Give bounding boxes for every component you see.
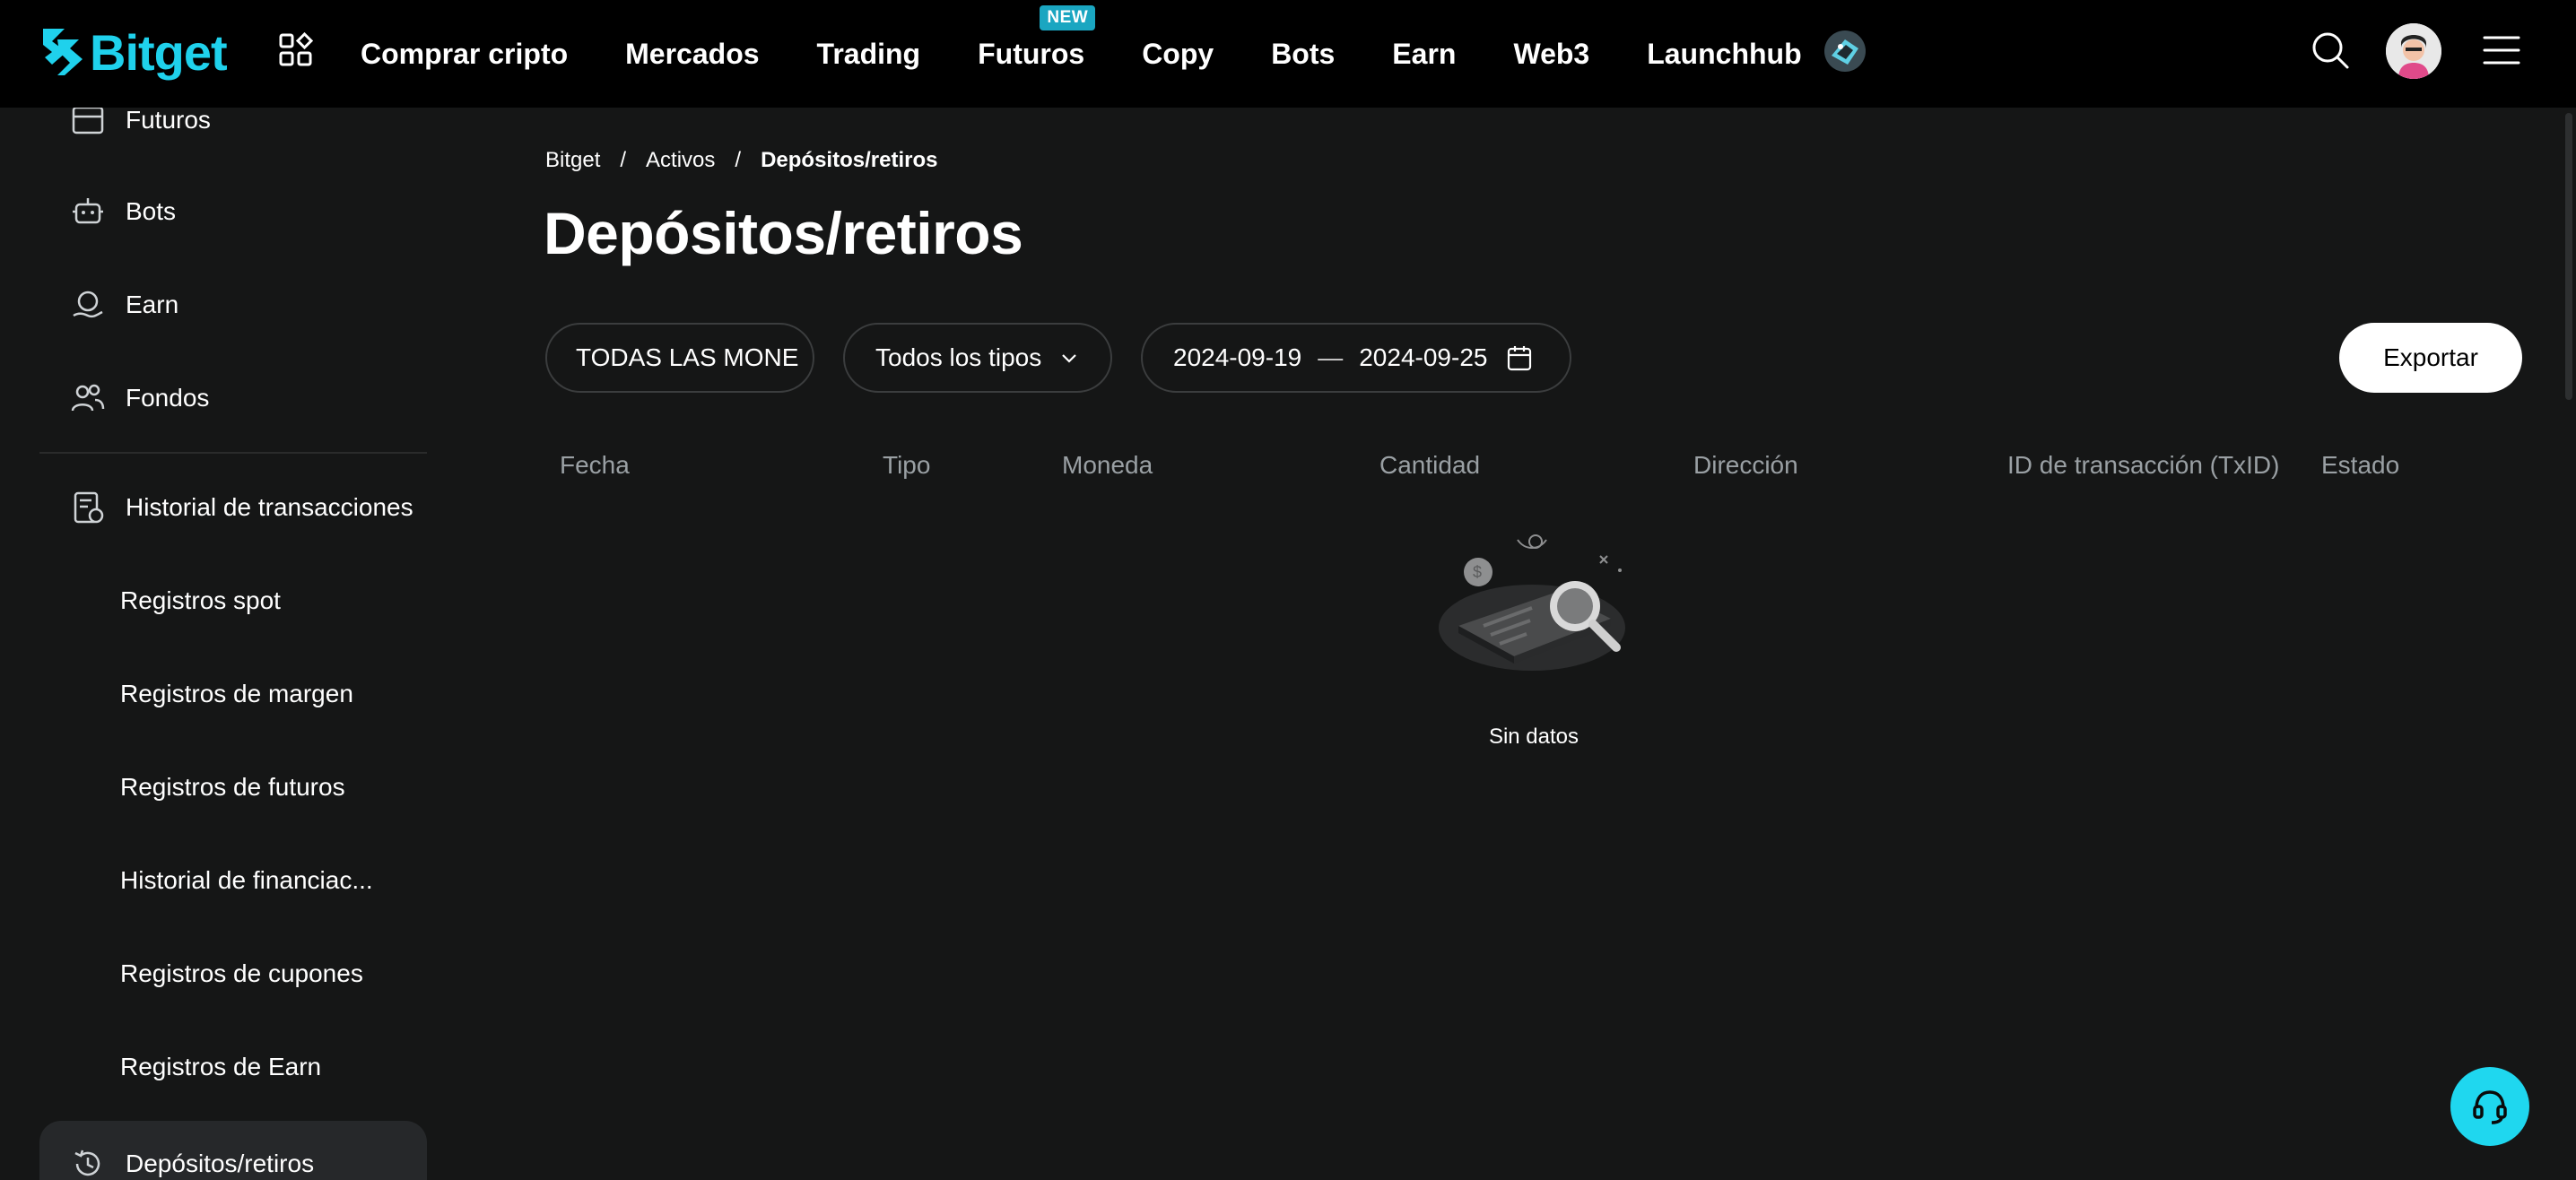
type-filter-select[interactable]: Todos los tipos [843,323,1112,393]
column-header-tipo[interactable]: Tipo [883,451,930,480]
earn-icon [73,291,103,318]
headset-icon [2473,1090,2507,1124]
sidebar-item-label: Futuros [126,108,211,134]
scrollbar-thumb[interactable] [2565,113,2572,400]
coin-filter-value: TODAS LAS MONE [576,343,799,371]
sidebar-subitem-spot[interactable]: Registros spot [120,586,281,615]
sidebar-item-fondos[interactable]: Fondos [70,380,209,416]
column-header-moneda[interactable]: Moneda [1062,451,1153,480]
breadcrumb-current: Depósitos/retiros [761,148,938,172]
sidebar-item-label: Fondos [126,384,210,412]
nav-trading[interactable]: Trading [817,38,921,71]
menu-icon[interactable] [2483,32,2520,68]
launchhub-special-icon[interactable] [1823,29,1867,74]
top-navigation: Bitget Comprar cripto Mercados Trading F… [0,0,2576,108]
sidebar-divider [39,452,427,454]
breadcrumb-activos[interactable]: Activos [646,148,715,173]
column-header-txid[interactable]: ID de transacción (TxID) [2007,451,2279,480]
svg-text:$: $ [1473,563,1482,581]
column-header-cantidad[interactable]: Cantidad [1379,451,1480,480]
users-icon [71,384,105,412]
sidebar-subitem-margen[interactable]: Registros de margen [120,680,353,708]
nav-mercados[interactable]: Mercados [625,38,759,71]
robot-icon [73,198,103,224]
column-header-estado[interactable]: Estado [2321,451,2399,480]
avatar[interactable] [2386,23,2441,79]
date-separator: — [1318,343,1344,371]
nav-copy[interactable]: Copy [1142,38,1214,71]
type-filter-value: Todos los tipos [875,343,1042,371]
bitget-logo-mark-icon [43,29,83,75]
bitget-logo[interactable]: Bitget [38,22,228,82]
search-icon[interactable] [2311,30,2350,70]
sidebar-item-label: Historial de transacciones [126,493,413,521]
sidebar: Futuros Bots Earn Fondos Historial de tr… [0,108,466,1180]
nav-comprar-cripto[interactable]: Comprar cripto [361,38,568,71]
sidebar-item-label: Depósitos/retiros [126,1150,315,1177]
nav-bots[interactable]: Bots [1271,38,1335,71]
nav-futuros-label: Futuros [978,37,1085,70]
sidebar-item-depositos-retiros[interactable]: Depósitos/retiros [70,1146,314,1180]
sidebar-item-label: Bots [126,197,177,225]
date-to[interactable]: 2024-09-25 [1359,343,1487,372]
breadcrumb-separator: / [735,148,742,172]
sidebar-subitem-earn[interactable]: Registros de Earn [120,1053,321,1081]
date-range-picker[interactable]: 2024-09-19 — 2024-09-25 [1141,323,1571,393]
sidebar-subitem-cupones[interactable]: Registros de cupones [120,959,363,988]
page-title: Depósitos/retiros [544,200,1023,266]
empty-state-illustration: $ [1439,534,1625,671]
history-doc-icon [74,491,104,524]
apps-icon[interactable] [278,32,314,68]
futures-icon [72,108,104,134]
brand-name: Bitget [90,23,228,81]
new-badge: NEW [1040,4,1096,30]
sidebar-item-bots[interactable]: Bots [70,194,176,230]
calendar-icon[interactable] [1507,344,1532,371]
history-icon [74,1150,100,1176]
sidebar-subitem-financiacion[interactable]: Historial de financiac... [120,866,373,895]
breadcrumb-separator: / [620,148,627,172]
main-nav: Comprar cripto Mercados Trading Futuros … [361,0,1859,108]
column-header-direccion[interactable]: Dirección [1693,451,1798,480]
nav-web3[interactable]: Web3 [1513,38,1589,71]
breadcrumb: Bitget / Activos / Depósitos/retiros [545,148,937,173]
sidebar-subitem-futuros[interactable]: Registros de futuros [120,773,345,802]
column-header-fecha[interactable]: Fecha [560,451,630,480]
nav-futuros[interactable]: Futuros NEW [978,4,1096,71]
sidebar-item-label: Earn [126,291,179,318]
nav-earn[interactable]: Earn [1392,38,1456,71]
breadcrumb-bitget[interactable]: Bitget [545,148,600,173]
sidebar-item-futuros[interactable]: Futuros [70,108,211,138]
sidebar-item-earn[interactable]: Earn [70,287,178,323]
sidebar-item-historial[interactable]: Historial de transacciones [70,490,413,525]
customer-support-button[interactable] [2450,1067,2529,1146]
chevron-down-icon [1062,354,1076,363]
export-button[interactable]: Exportar [2339,323,2522,393]
nav-launchhub[interactable]: Launchhub [1647,38,1801,71]
date-from[interactable]: 2024-09-19 [1173,343,1301,372]
avatar-image-icon [2386,23,2441,79]
coin-filter[interactable]: TODAS LAS MONE [545,323,814,393]
empty-state-text: Sin datos [1488,724,1580,749]
